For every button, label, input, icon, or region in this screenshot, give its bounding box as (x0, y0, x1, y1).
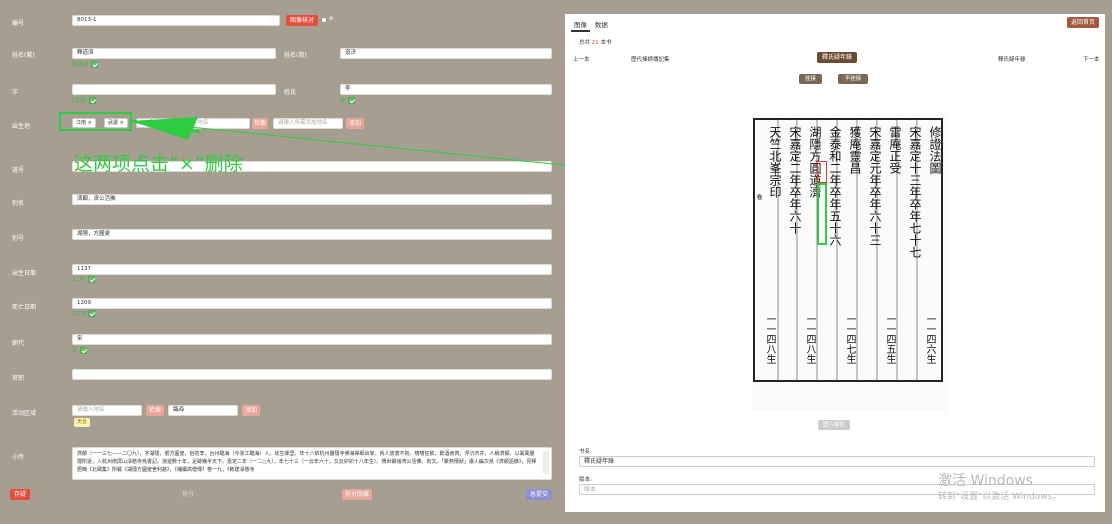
highlight-red-box (817, 161, 827, 183)
scan-page-num: 一一四七生 (844, 314, 855, 364)
scan-column: 宋嘉定二年卒年六十 (788, 126, 802, 234)
image-goto-button[interactable]: 图片前往 (818, 420, 851, 430)
back-home-button[interactable]: 返回首页 (1066, 17, 1099, 28)
scan-column: 天竺北峯宗印 (768, 126, 782, 198)
book-name-input[interactable]: 釋氏疑年錄 (579, 456, 1095, 467)
scan-column: 卷 (755, 194, 762, 200)
tab-image[interactable]: 图像 (571, 18, 590, 32)
highlight-green-box (817, 183, 827, 245)
next-book-link[interactable]: 下一本 (1083, 55, 1100, 63)
hang-button[interactable]: 挂接 (799, 74, 822, 84)
scan-page-num: 一一四五生 (884, 314, 895, 364)
prev-book-title: 歷代禪師傳記集 (631, 57, 670, 63)
book-total: 总共 21 本书 (579, 40, 612, 46)
scan-column: 修證法圖 (928, 126, 942, 174)
scan-page-num: 一一四八生 (764, 314, 775, 364)
current-book-title: 釋氏疑年錄 (817, 52, 858, 63)
edition-label: 版本: (579, 477, 592, 483)
tab-data[interactable]: 数据 (592, 18, 611, 30)
scan-column: 宋嘉定十三年卒年七十七 (908, 126, 922, 258)
viewer-tabs: 图像 数据 (571, 18, 611, 32)
scan-column: 金泰和二年卒年五十六 (828, 126, 842, 246)
scan-column: 獲庵靈昌 (848, 126, 862, 174)
unhang-button[interactable]: 不挂接 (838, 74, 868, 84)
scan-page-num: 一一四八生 (804, 314, 815, 364)
prev-book-link[interactable]: 上一本 (573, 55, 590, 63)
image-viewer-panel: 图像 数据 返回首页 总共 21 本书 上一本 歷代禪師傳記集 釋氏疑年錄 釋氏… (565, 14, 1105, 512)
windows-watermark-title: 激活 Windows (938, 473, 1033, 489)
scanned-page-image: 修證法圖 宋嘉定十三年卒年七十七 雷庵正受 宋嘉定元年卒年六十三 獲庵靈昌 金泰… (751, 114, 947, 414)
next-book-title: 釋氏疑年錄 (998, 57, 1026, 63)
scan-column: 宋嘉定元年卒年六十三 (868, 126, 882, 246)
book-name-label: 书名: (579, 449, 592, 455)
scan-page-num: 一一四六生 (924, 314, 935, 364)
scan-column: 雷庵正受 (888, 126, 902, 174)
windows-watermark-sub: 转到"设置"以激活 Windows。 (938, 492, 1062, 502)
